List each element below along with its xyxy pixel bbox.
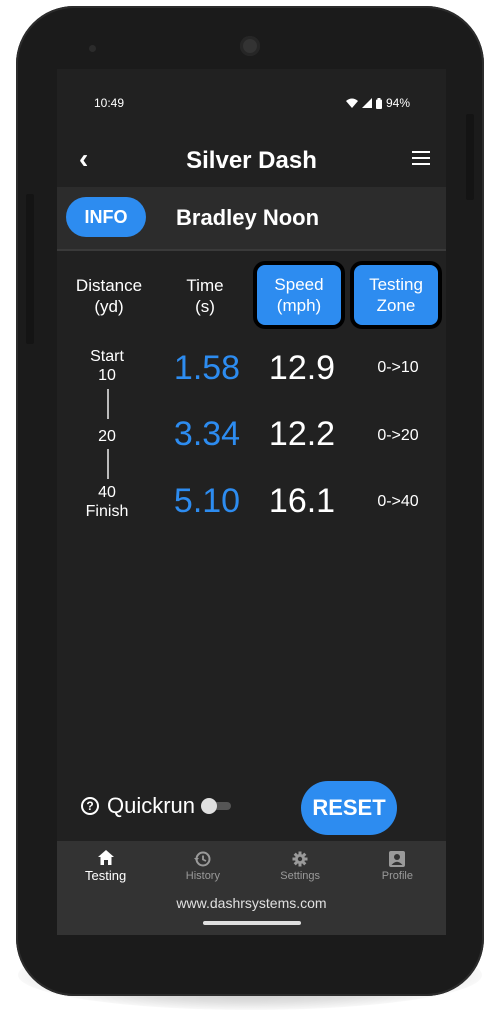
distance-10-label: 10 (98, 367, 116, 384)
zone-header-line2: Zone (376, 296, 416, 315)
distance-connector (107, 389, 109, 419)
nav-item-history[interactable]: History (154, 841, 251, 891)
split-time-40: 5.10 (173, 482, 241, 520)
finish-label: Finish (85, 503, 129, 520)
app-screen: 10:49 94% ‹ Silver Dash INFO Bradley Noo… (57, 69, 446, 935)
distance-header: Distance (yd) (65, 275, 153, 317)
split-time-10: 1.58 (173, 349, 241, 387)
help-icon[interactable]: ? (81, 797, 99, 815)
status-time: 10:49 (94, 96, 125, 110)
gear-icon (292, 851, 308, 866)
distance-start-label: Start 10 (67, 347, 147, 385)
status-bar: 10:49 94% (57, 69, 446, 135)
testing-zone-header-button[interactable]: Testing Zone (354, 265, 438, 325)
distance-20-label: 20 (98, 428, 116, 445)
history-icon (194, 851, 211, 866)
distance-finish-label: 40 Finish (67, 483, 147, 521)
speed-header-line1: Speed (274, 275, 324, 294)
athlete-bar: INFO Bradley Noon (57, 187, 446, 249)
speed-40: 16.1 (268, 482, 336, 520)
menu-icon[interactable] (412, 151, 430, 165)
time-header-line2: (s) (195, 297, 215, 316)
footer-url[interactable]: www.dashrsystems.com (176, 895, 326, 911)
zone-10: 0->10 (377, 359, 419, 376)
zone-20: 0->20 (377, 427, 419, 444)
speed-header-button[interactable]: Speed (mph) (257, 265, 341, 325)
distance-connector (107, 449, 109, 479)
info-button[interactable]: INFO (66, 197, 146, 237)
home-indicator[interactable] (203, 921, 301, 925)
quickrun-toggle[interactable] (201, 798, 232, 814)
page-title: Silver Dash (186, 147, 317, 174)
zone-header-line1: Testing (369, 275, 423, 294)
quickrun-label: Quickrun (107, 793, 196, 818)
nav-label-testing: Testing (85, 867, 127, 883)
battery-icon (375, 97, 382, 109)
app-bar: ‹ Silver Dash (57, 135, 446, 187)
volume-button (26, 194, 34, 344)
reset-button[interactable]: RESET (301, 781, 397, 835)
toggle-knob (201, 798, 218, 814)
wifi-icon (345, 98, 358, 108)
start-label: Start (90, 348, 124, 365)
time-header: Time (s) (165, 275, 245, 317)
nav-label-profile: Profile (381, 869, 413, 882)
nav-label-settings: Settings (280, 869, 320, 882)
status-icons: 94% (345, 96, 410, 110)
quickrun-control: ? Quickrun (81, 793, 232, 819)
split-time-20: 3.34 (173, 415, 241, 453)
profile-icon (389, 850, 406, 867)
athlete-name[interactable]: Bradley Noon (176, 205, 319, 231)
footer: www.dashrsystems.com (57, 891, 446, 935)
distance-header-line2: (yd) (94, 297, 124, 316)
front-camera (240, 36, 260, 56)
nav-item-settings[interactable]: Settings (252, 841, 349, 891)
speed-10: 12.9 (268, 349, 336, 387)
nav-item-testing[interactable]: Testing (57, 841, 154, 891)
distance-40-label: 40 (98, 484, 116, 501)
home-icon (97, 849, 114, 865)
sensor-dot (89, 45, 96, 52)
divider (57, 249, 446, 251)
signal-icon (361, 98, 372, 108)
nav-label-history: History (185, 869, 220, 882)
speed-20: 12.2 (268, 415, 336, 453)
power-button (466, 114, 474, 200)
time-header-line1: Time (186, 276, 224, 295)
distance-header-line1: Distance (75, 276, 143, 295)
bottom-nav: Testing History Settings Profile (57, 841, 446, 891)
nav-item-profile[interactable]: Profile (349, 841, 446, 891)
zone-40: 0->40 (377, 493, 419, 510)
speed-header-line2: (mph) (276, 296, 322, 315)
battery-level: 94% (385, 96, 410, 110)
